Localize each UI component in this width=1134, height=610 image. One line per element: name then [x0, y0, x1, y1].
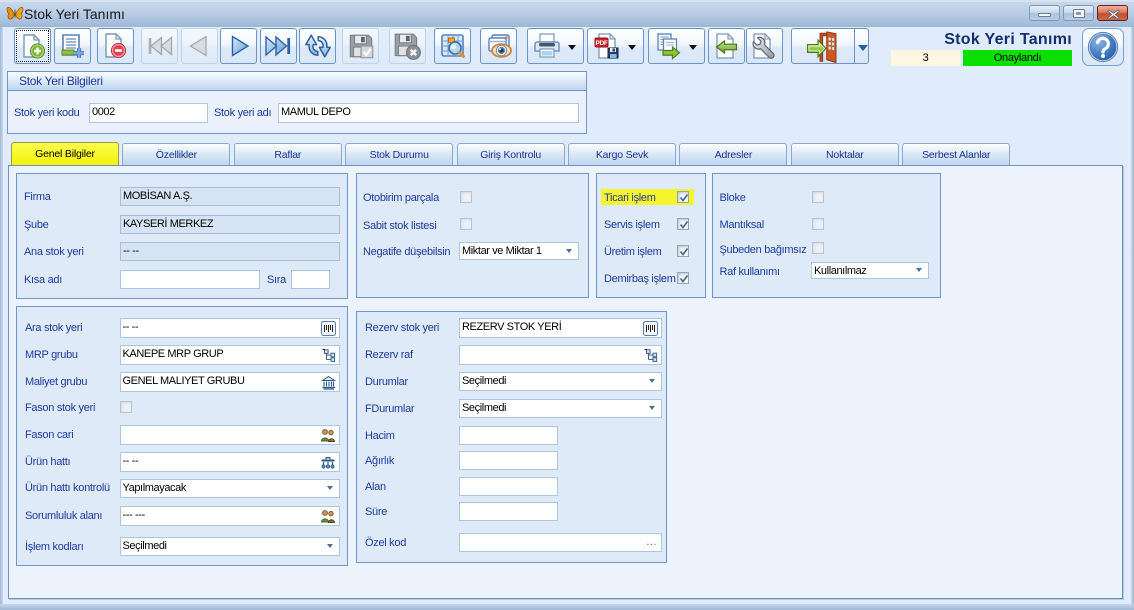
svg-text:PDF: PDF	[595, 40, 607, 47]
